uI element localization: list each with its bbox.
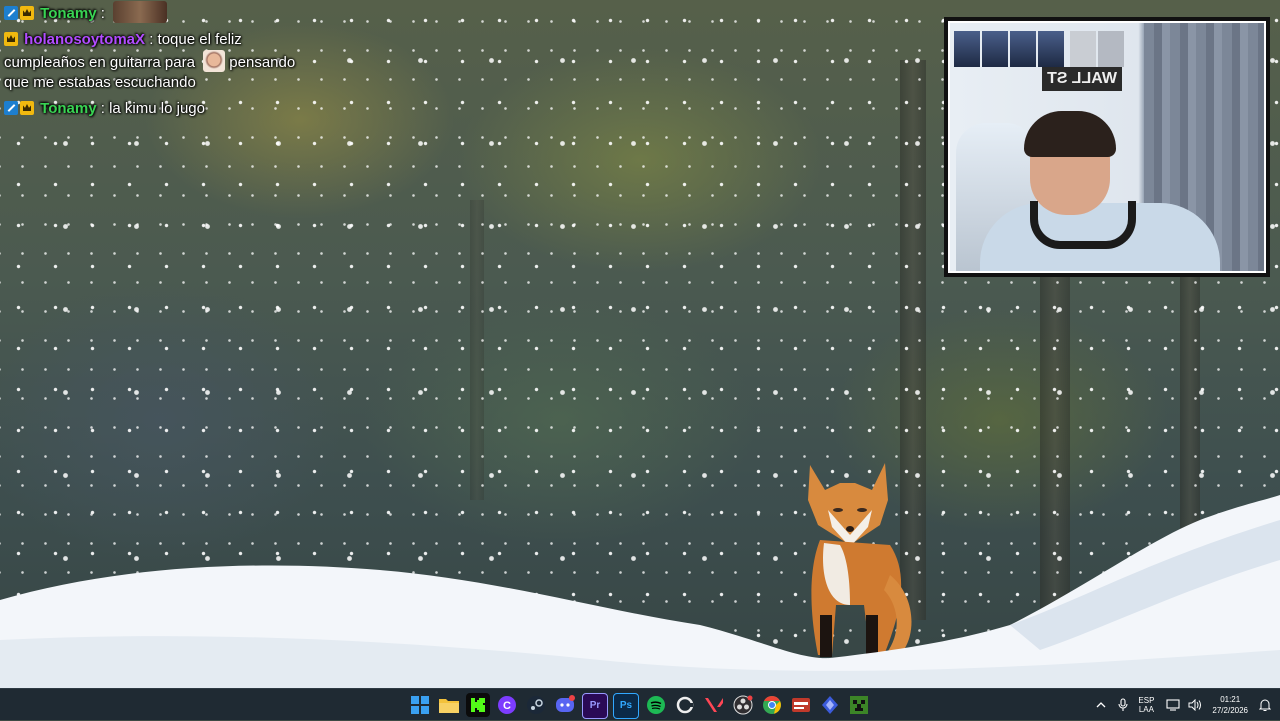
crown-icon bbox=[20, 6, 34, 20]
chat-separator: : bbox=[149, 31, 154, 48]
mod-icon bbox=[4, 101, 18, 115]
crown-icon bbox=[20, 101, 34, 115]
kick-icon[interactable] bbox=[466, 693, 490, 717]
wall-poster bbox=[1070, 31, 1096, 67]
valorant-icon[interactable] bbox=[702, 693, 726, 717]
network-icon[interactable] bbox=[1166, 699, 1180, 711]
canva-icon[interactable]: C bbox=[495, 693, 519, 717]
capcut-icon[interactable] bbox=[673, 693, 697, 717]
chat-message: holanosoytomaX : toque el feliz cumpleañ… bbox=[4, 30, 324, 93]
minecraft-icon[interactable] bbox=[847, 693, 871, 717]
svg-text:C: C bbox=[503, 700, 511, 712]
webcam-overlay: WALL ST bbox=[944, 17, 1270, 277]
chat-message: Tonamy : la kimu lo jugo bbox=[4, 99, 324, 119]
clock[interactable]: 01:21 27/2/2026 bbox=[1212, 694, 1248, 716]
spotify-icon[interactable] bbox=[644, 693, 668, 717]
webcam-feed: WALL ST bbox=[948, 21, 1266, 273]
crown-icon bbox=[4, 32, 18, 46]
wall-poster bbox=[1038, 31, 1064, 67]
chat-separator: : bbox=[100, 100, 105, 117]
wall-poster bbox=[1098, 31, 1124, 67]
notification-bell-icon[interactable] bbox=[1258, 698, 1272, 712]
start-icon[interactable] bbox=[408, 693, 432, 717]
chat-message: Tonamy : bbox=[4, 1, 324, 24]
chevron-up-icon[interactable] bbox=[1096, 701, 1106, 709]
headphones-icon bbox=[1030, 201, 1136, 249]
steam-icon[interactable] bbox=[524, 693, 548, 717]
taskbar-apps: C Pr Ps bbox=[408, 693, 871, 719]
emote-image bbox=[113, 1, 168, 23]
keyboard-layout: LAA bbox=[1138, 705, 1154, 714]
chat-username: Tonamy bbox=[40, 100, 97, 117]
chat-text: la kimu lo jugo bbox=[109, 100, 205, 117]
wall-poster bbox=[982, 31, 1008, 67]
emote-face bbox=[203, 50, 226, 72]
language-indicator[interactable]: ESP LAA bbox=[1138, 696, 1154, 714]
clock-date: 27/2/2026 bbox=[1212, 706, 1248, 715]
volume-icon[interactable] bbox=[1188, 699, 1202, 711]
obs-icon[interactable] bbox=[731, 693, 755, 717]
chat-username: holanosoytomaX bbox=[24, 31, 146, 48]
streamer-app-icon[interactable] bbox=[789, 693, 813, 717]
chrome-icon[interactable] bbox=[760, 693, 784, 717]
system-tray: ESP LAA 01:21 27/2/2026 bbox=[1088, 689, 1280, 721]
chat-username: Tonamy bbox=[40, 5, 97, 22]
stream-chat-overlay: Tonamy : holanosoytomaX : toque el feliz… bbox=[4, 0, 324, 125]
premiere-icon[interactable]: Pr bbox=[582, 693, 608, 719]
language-code: ESP bbox=[1138, 696, 1155, 705]
wall-street-sign: WALL ST bbox=[1042, 67, 1122, 91]
clock-time: 01:21 bbox=[1220, 695, 1241, 704]
streamer-hair bbox=[1024, 111, 1116, 157]
blue-app-icon[interactable] bbox=[818, 693, 842, 717]
taskbar: C Pr Ps ESP LAA 01:21 27/2/2026 bbox=[0, 688, 1280, 720]
wall-poster bbox=[1010, 31, 1036, 67]
mod-icon bbox=[4, 6, 18, 20]
chat-separator: : bbox=[100, 5, 105, 22]
microphone-icon[interactable] bbox=[1118, 698, 1128, 712]
file-explorer-icon[interactable] bbox=[437, 693, 461, 717]
discord-icon[interactable] bbox=[553, 693, 577, 717]
photoshop-icon[interactable]: Ps bbox=[613, 693, 639, 719]
wall-poster bbox=[954, 31, 980, 67]
